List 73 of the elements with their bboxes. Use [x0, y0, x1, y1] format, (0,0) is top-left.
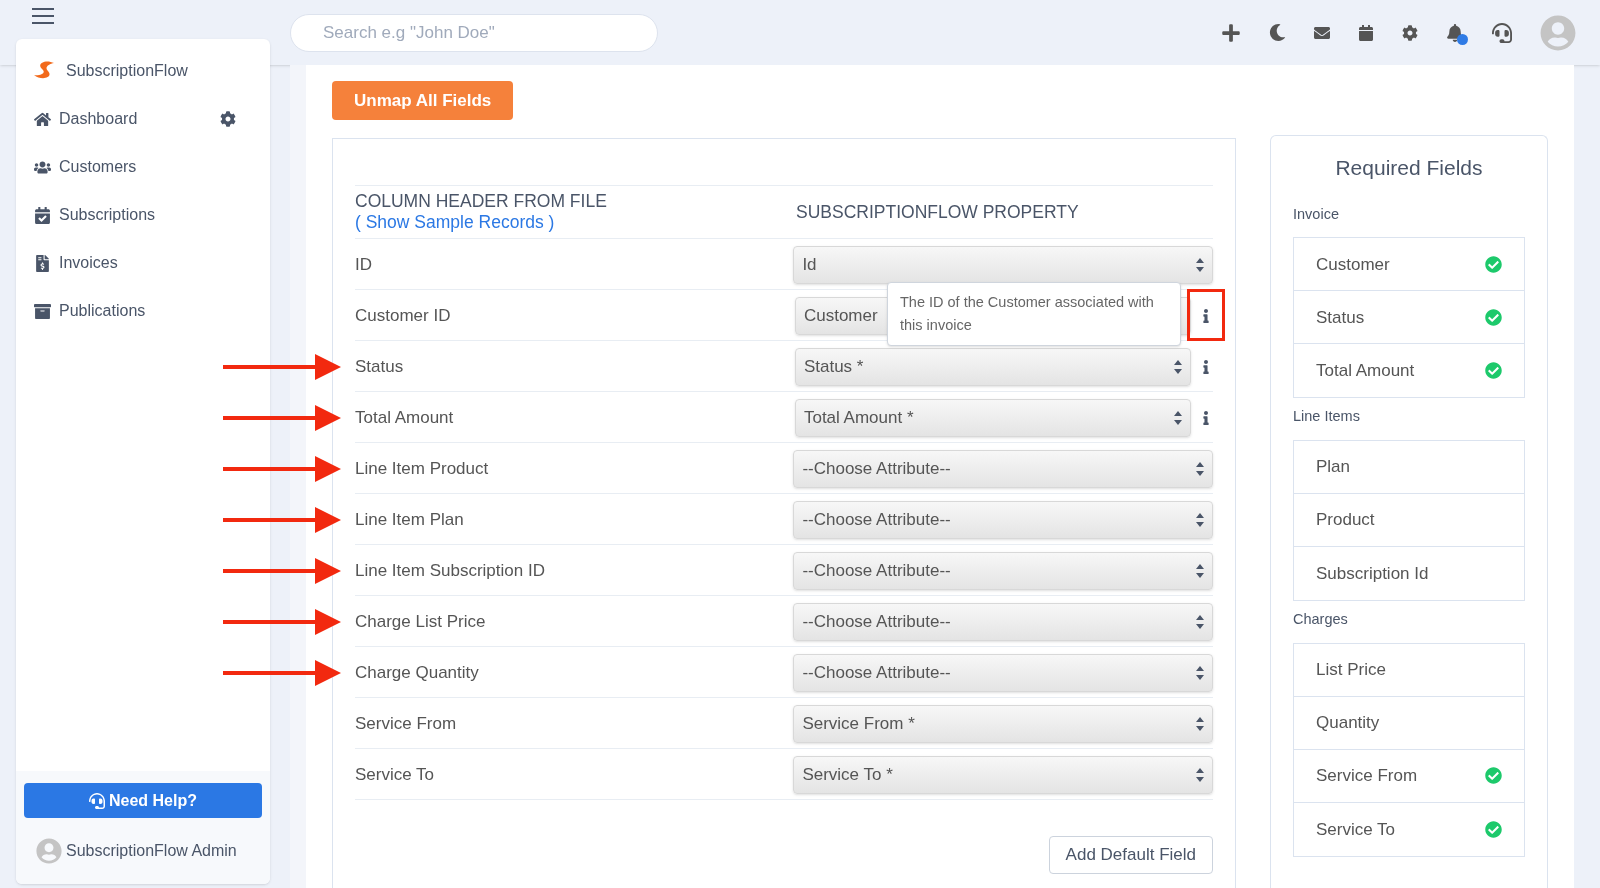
user-name: SubscriptionFlow Admin [66, 841, 237, 861]
field-label: ID [355, 253, 373, 276]
updown-icon [1174, 359, 1182, 374]
help-button[interactable]: Need Help? [24, 783, 262, 818]
property-select[interactable]: --Choose Attribute-- [793, 551, 1213, 590]
field-label: Total Amount [355, 406, 455, 429]
property-select[interactable]: Id [793, 245, 1213, 284]
invoice-icon [34, 254, 51, 272]
property-select[interactable]: Total Amount * [794, 398, 1191, 437]
property-select[interactable]: --Choose Attribute-- [793, 653, 1213, 692]
property-select[interactable]: --Choose Attribute-- [793, 449, 1213, 488]
brand-name: SubscriptionFlow [66, 61, 188, 81]
add-icon[interactable] [1221, 22, 1241, 43]
updown-icon [1196, 461, 1204, 476]
field-label: Line Item Product [355, 457, 490, 480]
field-label: Customer ID [355, 304, 452, 327]
group-heading: Line Items [1293, 407, 1361, 427]
field-label: Line Item Plan [355, 508, 465, 531]
sidebar-item[interactable]: Customers [34, 155, 137, 179]
sample-records-link[interactable]: ( Show Sample Records ) [355, 212, 555, 232]
updown-icon [1196, 767, 1204, 782]
settings-icon[interactable] [220, 111, 236, 127]
add-default-field-button[interactable]: Add Default Field [1048, 836, 1213, 874]
required-field-item: Status [1294, 291, 1524, 345]
field-label: Service To [355, 763, 436, 786]
sidebar-item[interactable]: Publications [34, 299, 146, 323]
required-field-item: List Price [1294, 643, 1524, 697]
updown-icon [1196, 512, 1204, 527]
search-field[interactable]: Search e.g "John Doe" [290, 13, 658, 52]
group-heading: Charges [1293, 610, 1349, 629]
updown-icon [1196, 614, 1204, 629]
field-label: Service From [355, 712, 458, 735]
headset-icon[interactable] [1492, 22, 1512, 43]
property-select[interactable]: Service To * [793, 755, 1213, 794]
archive-icon [34, 302, 51, 320]
tooltip: The ID of the Customer associated with this invoice [887, 282, 1181, 346]
updown-icon [1196, 563, 1204, 578]
updown-icon [1196, 665, 1204, 680]
required-field-item: Subscription Id [1315, 562, 1430, 585]
required-field-item: Quantity [1294, 696, 1524, 750]
field-label: Status [355, 355, 405, 378]
group-heading: Invoice [1293, 204, 1340, 224]
panel-title: Required Fields [1334, 155, 1484, 181]
sidebar-item[interactable]: Invoices [34, 251, 118, 275]
calendar-icon[interactable] [1358, 24, 1374, 41]
property-select[interactable]: Service From * [793, 704, 1213, 743]
property-select[interactable]: --Choose Attribute-- [793, 500, 1213, 539]
settings-icon[interactable] [1402, 24, 1418, 41]
calendar-check-icon [34, 206, 51, 224]
required-field-item: Total Amount [1294, 344, 1524, 398]
field-label: Charge Quantity [355, 661, 480, 684]
field-label: Line Item Subscription ID [355, 559, 546, 582]
column-header: SUBSCRIPTIONFLOW PROPERTY [796, 200, 1079, 224]
sidebar-item[interactable]: Dashboard [34, 107, 138, 131]
required-field-item: Plan [1294, 441, 1524, 494]
updown-icon [1196, 716, 1204, 731]
required-field-item: Service From [1294, 749, 1524, 803]
updown-icon [1196, 257, 1204, 272]
property-select[interactable]: --Choose Attribute-- [793, 602, 1213, 641]
required-field-item: Customer [1294, 238, 1524, 292]
moon-icon[interactable] [1269, 24, 1286, 41]
property-select[interactable]: Status * [794, 347, 1191, 386]
mail-icon[interactable] [1314, 24, 1330, 41]
headset-icon [89, 792, 105, 809]
sidebar-item[interactable]: Subscriptions [34, 203, 156, 227]
avatar-icon [36, 838, 62, 864]
column-header: COLUMN HEADER FROM FILE [355, 191, 607, 211]
field-label: Charge List Price [355, 610, 487, 633]
required-field-item: Product [1294, 494, 1524, 547]
home-icon [34, 110, 51, 128]
updown-icon [1174, 410, 1182, 425]
required-field-item: Service To [1294, 802, 1524, 856]
menu-icon[interactable] [32, 8, 54, 24]
